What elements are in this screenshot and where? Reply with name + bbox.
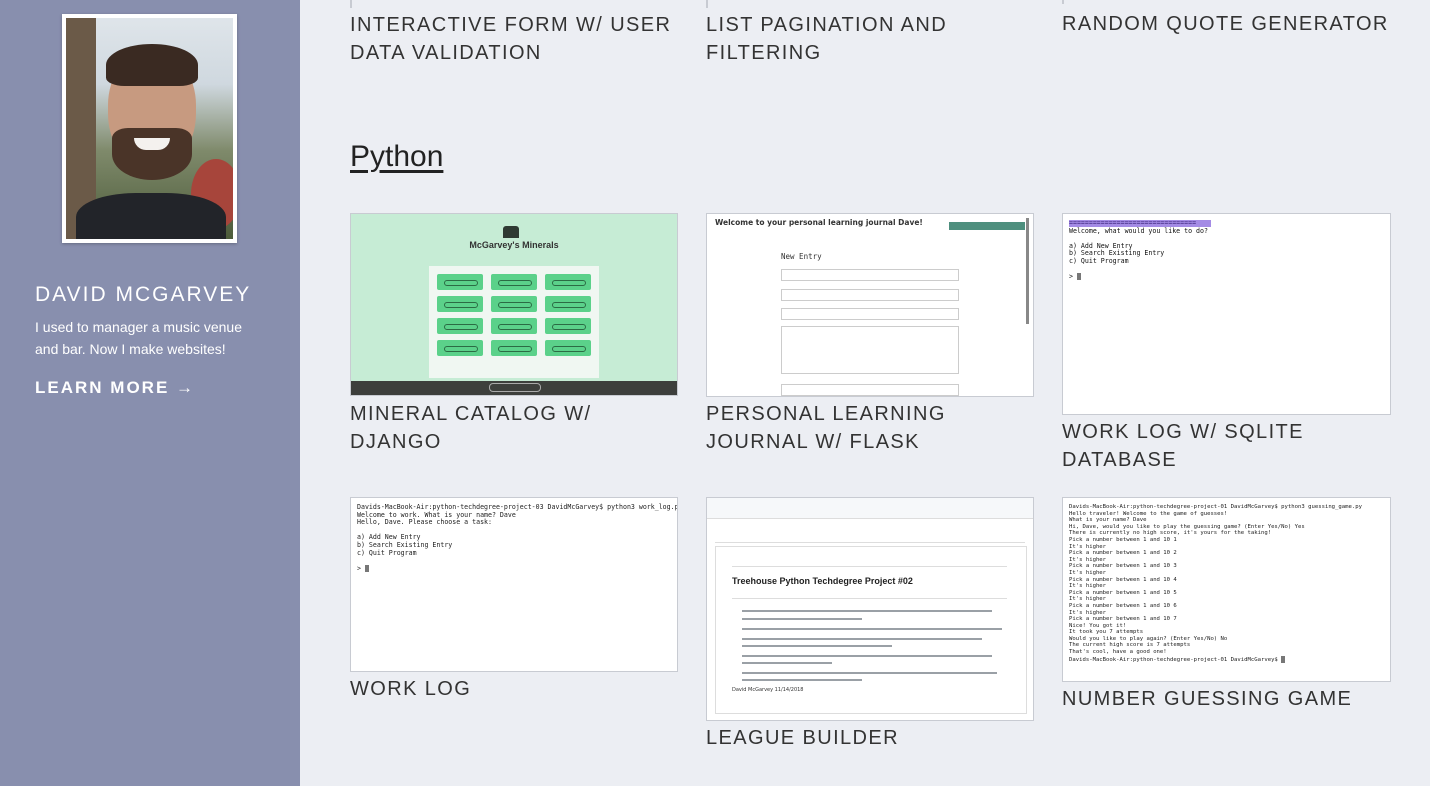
project-thumbnail[interactable] [706, 0, 708, 8]
project-card-quote-generator[interactable]: RANDOM QUOTE GENERATOR [1062, 0, 1391, 80]
terminal-output: Davids-MacBook-Air:python-techdegree-pro… [357, 503, 677, 573]
project-title[interactable]: RANDOM QUOTE GENERATOR [1062, 10, 1391, 38]
avatar [66, 18, 233, 239]
project-title[interactable]: LIST PAGINATION AND FILTERING [706, 11, 1035, 67]
project-thumbnail[interactable]: Welcome to your personal learning journa… [706, 213, 1034, 397]
terminal-cursor [364, 564, 369, 572]
profile-bio: I used to manager a music venue and bar.… [35, 319, 243, 357]
project-card-pagination[interactable]: LIST PAGINATION AND FILTERING [706, 0, 1035, 80]
project-thumbnail[interactable]: Davids-MacBook-Air:python-techdegree-pro… [350, 497, 678, 672]
project-thumbnail[interactable] [350, 0, 352, 8]
project-title[interactable]: INTERACTIVE FORM W/ USER DATA VALIDATION [350, 11, 679, 67]
journal-nav [949, 222, 1025, 230]
project-thumbnail[interactable]: ================================ Welcome… [1062, 213, 1391, 415]
main-content: INTERACTIVE FORM W/ USER DATA VALIDATION… [300, 0, 1430, 786]
journal-field [781, 308, 959, 320]
readme-signature: David McGarvey 11/14/2018 [732, 687, 804, 693]
sidebar: DAVID MCGARVEY I used to manager a music… [0, 0, 300, 786]
mineral-footer-bar [351, 381, 677, 395]
highlight-bar [1069, 220, 1211, 227]
project-title[interactable]: WORK LOG [350, 675, 679, 703]
project-title[interactable]: WORK LOG W/ SQLITE DATABASE [1062, 418, 1391, 474]
terminal-cursor [1281, 655, 1286, 663]
file-toolbar [715, 532, 1025, 543]
terminal-cursor [1076, 273, 1081, 281]
project-card-form-validation[interactable]: INTERACTIVE FORM W/ USER DATA VALIDATION [350, 0, 679, 80]
journal-field [781, 289, 959, 301]
journal-field [781, 269, 959, 281]
project-thumbnail[interactable]: Davids-MacBook-Air:python-techdegree-pro… [1062, 497, 1391, 682]
readme-title: Treehouse Python Techdegree Project #02 [732, 576, 913, 586]
project-title[interactable]: NUMBER GUESSING GAME [1062, 685, 1391, 713]
profile-name: DAVID MCGARVEY [35, 283, 252, 306]
project-title[interactable]: MINERAL CATALOG W/ DJANGO [350, 400, 679, 456]
mineral-logo-icon [503, 226, 519, 238]
journal-field [781, 326, 959, 374]
mineral-grid [429, 266, 599, 378]
journal-form-title: New Entry [781, 252, 822, 261]
learn-more-link[interactable]: LEARN MORE → [35, 378, 195, 398]
journal-field [781, 384, 959, 396]
section-heading-python[interactable]: Python [350, 140, 443, 174]
profile-photo [62, 14, 237, 243]
repo-header [707, 498, 1033, 519]
mineral-site-title: McGarvey's Minerals [469, 240, 559, 250]
mineral-site-preview: McGarvey's Minerals [351, 214, 677, 395]
project-thumbnail[interactable]: Treehouse Python Techdegree Project #02 … [706, 497, 1034, 721]
journal-header: Welcome to your personal learning journa… [715, 218, 923, 227]
scrollbar [1026, 218, 1029, 324]
project-thumbnail[interactable]: McGarvey's Minerals [350, 213, 678, 396]
project-title[interactable]: PERSONAL LEARNING JOURNAL W/ FLASK [706, 400, 1035, 456]
random-mineral-button [489, 383, 541, 392]
terminal-output: Davids-MacBook-Air:python-techdegree-pro… [1069, 504, 1362, 663]
project-thumbnail[interactable] [1062, 0, 1064, 4]
project-title[interactable]: LEAGUE BUILDER [706, 724, 1035, 752]
